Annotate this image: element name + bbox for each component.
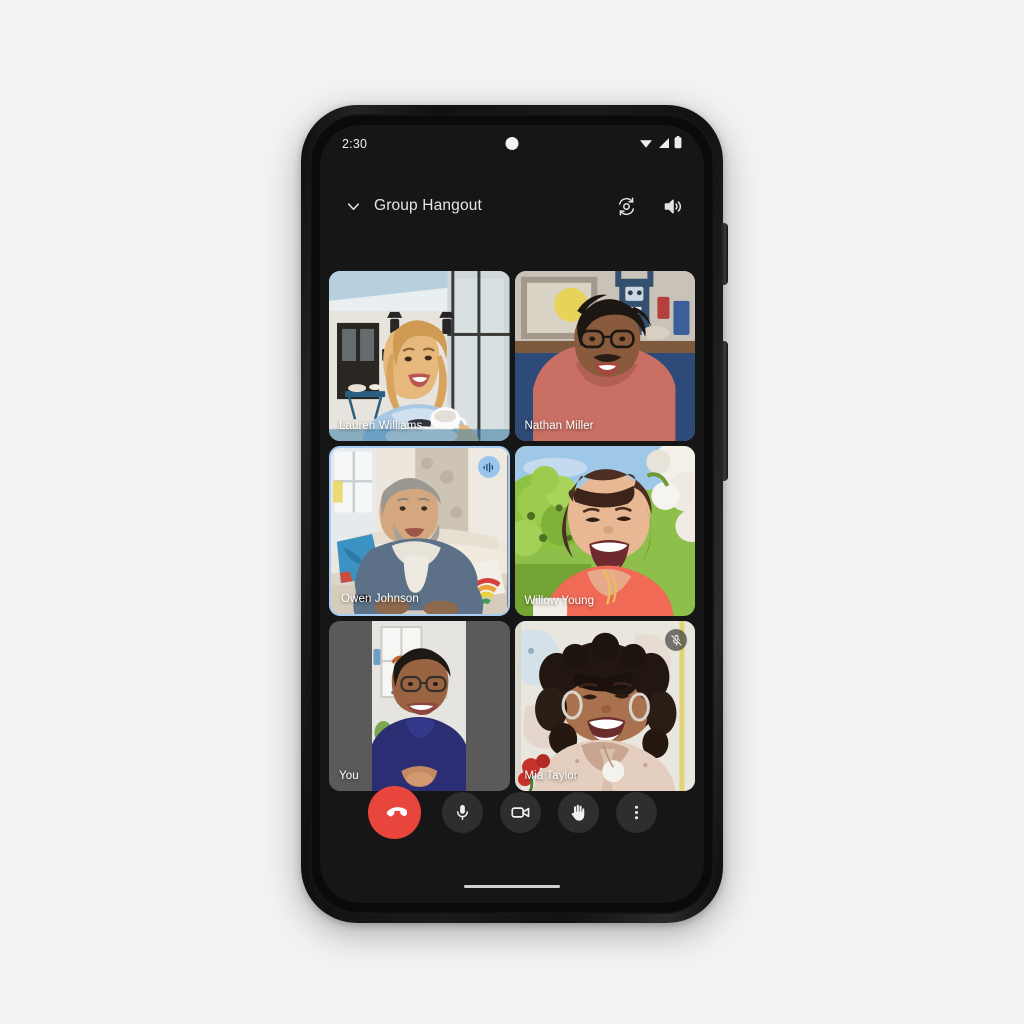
end-call-button[interactable]	[367, 786, 421, 839]
speaking-indicator-badge	[477, 456, 500, 478]
raise-hand-button[interactable]	[557, 792, 599, 833]
header-actions	[612, 192, 686, 220]
participant-tile-owen-johnson[interactable]: Owen Johnson	[329, 446, 510, 616]
participant-tile-you[interactable]: You	[329, 621, 510, 791]
page-title: Group Hangout	[374, 197, 482, 214]
microphone-button[interactable]	[441, 792, 483, 833]
flip-camera-icon[interactable]	[612, 192, 640, 220]
participant-tile-willow-young[interactable]: Willow Young	[514, 446, 695, 616]
video-feed	[514, 446, 695, 616]
chevron-down-icon[interactable]	[338, 191, 368, 221]
call-controls-bar	[320, 786, 704, 839]
battery-icon	[674, 136, 682, 152]
participant-grid: Lauren Williams Nathan Miller Owen Johns…	[329, 271, 695, 791]
wifi-icon	[639, 137, 653, 152]
phone-frame: 2:30 Group Hangout Lauren Williams Natha…	[301, 105, 728, 923]
front-camera-punch-hole	[505, 137, 519, 150]
video-feed	[514, 271, 695, 441]
participant-tile-nathan-miller[interactable]: Nathan Miller	[514, 271, 695, 441]
call-header: Group Hangout	[320, 183, 704, 229]
status-time: 2:30	[342, 137, 368, 151]
video-feed	[329, 271, 510, 441]
home-gesture-indicator[interactable]	[464, 885, 560, 888]
volume-rocker-button[interactable]	[721, 341, 728, 481]
status-icons	[639, 136, 682, 152]
camera-button[interactable]	[499, 792, 541, 833]
phone-screen: 2:30 Group Hangout Lauren Williams Natha…	[320, 125, 704, 903]
microphone-off-icon	[665, 629, 687, 651]
cellular-signal-icon	[657, 137, 670, 152]
participant-tile-lauren-williams[interactable]: Lauren Williams	[329, 271, 510, 441]
power-button[interactable]	[721, 223, 728, 285]
participant-tile-mia-taylor[interactable]: Mia Taylor	[514, 621, 695, 791]
speaker-volume-icon[interactable]	[658, 192, 686, 220]
more-options-button[interactable]	[615, 792, 657, 833]
video-feed	[372, 621, 467, 791]
